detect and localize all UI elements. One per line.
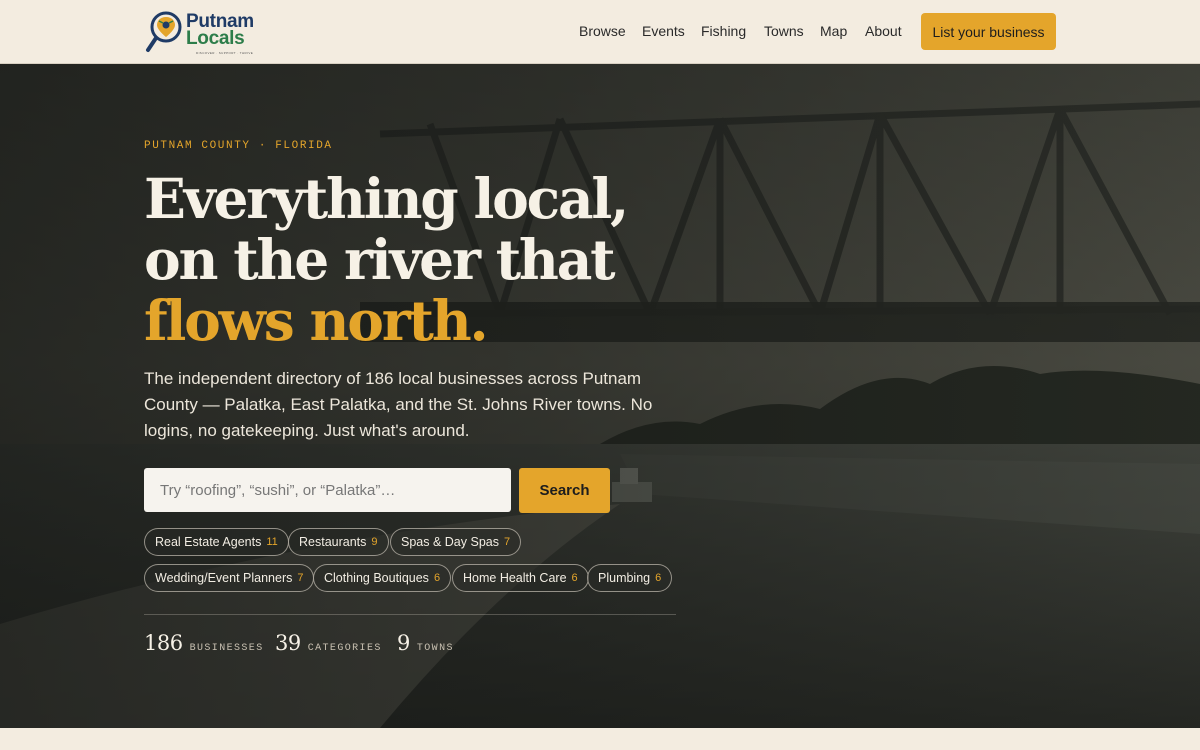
category-chip-spas[interactable]: Spas & Day Spas 7 [390, 528, 522, 556]
headline-line-2: on the river that [144, 227, 616, 292]
chip-count: 6 [571, 572, 578, 584]
stat-label: TOWNS [416, 643, 454, 654]
chip-count: 6 [655, 572, 662, 584]
category-chip-real-estate-agents[interactable]: Real Estate Agents 11 [144, 528, 289, 556]
hero-headline: Everything local, on the river that flow… [144, 166, 629, 353]
chip-label: Real Estate Agents [155, 535, 262, 549]
site-header: Putnam Locals DISCOVER · SUPPORT · THRIV… [0, 0, 1200, 64]
nav-browse[interactable]: Browse [579, 23, 626, 39]
chip-label: Clothing Boutiques [324, 571, 429, 585]
stat-number: 39 [275, 631, 301, 655]
site-logo[interactable]: Putnam Locals DISCOVER · SUPPORT · THRIV… [144, 9, 254, 55]
stat-label: BUSINESSES [189, 643, 264, 654]
chip-label: Wedding/Event Planners [155, 571, 293, 585]
list-your-business-button[interactable]: List your business [921, 13, 1056, 50]
logo-wordmark-line2: Locals [186, 28, 245, 49]
chip-count: 6 [433, 572, 441, 584]
magnifier-pin-icon [146, 11, 182, 52]
stat-number: 9 [397, 631, 410, 655]
page-below-hero [0, 728, 1200, 750]
category-chip-clothing-boutiques[interactable]: Clothing Boutiques 6 [313, 564, 452, 592]
chip-label: Restaurants [299, 535, 367, 549]
stats-divider [144, 614, 676, 615]
stat-label: CATEGORIES [307, 643, 382, 654]
hero-section: PUTNAM COUNTY · FLORIDA Everything local… [0, 64, 1200, 728]
chip-label: Plumbing [598, 571, 651, 585]
headline-line-1: Everything local, [144, 166, 629, 231]
nav-fishing[interactable]: Fishing [701, 23, 746, 39]
search-button[interactable]: Search [519, 468, 610, 513]
hero-eyebrow: PUTNAM COUNTY · FLORIDA [144, 140, 333, 152]
chip-label: Spas & Day Spas [401, 535, 499, 549]
nav-about[interactable]: About [865, 23, 902, 39]
chip-count: 7 [297, 572, 304, 584]
chip-count: 11 [266, 536, 278, 548]
chip-count: 9 [371, 536, 378, 548]
stat-categories: 39 CATEGORIES [275, 631, 382, 655]
category-chip-home-health-care[interactable]: Home Health Care 6 [452, 564, 589, 592]
search-input[interactable] [144, 468, 511, 512]
logo-tagline: DISCOVER · SUPPORT · THRIVE [196, 51, 254, 55]
nav-map[interactable]: Map [820, 23, 847, 39]
category-chip-restaurants[interactable]: Restaurants 9 [288, 528, 389, 556]
nav-events[interactable]: Events [642, 23, 685, 39]
headline-line-3: flows north. [144, 288, 489, 353]
category-chip-plumbing[interactable]: Plumbing 6 [587, 564, 673, 592]
hero-description: The independent directory of 186 local b… [144, 369, 653, 440]
category-chip-wedding-planners[interactable]: Wedding/Event Planners 7 [144, 564, 315, 592]
stat-number: 186 [144, 631, 183, 655]
nav-towns[interactable]: Towns [764, 23, 804, 39]
chip-label: Home Health Care [463, 571, 567, 585]
stat-businesses: 186 BUSINESSES [144, 631, 264, 655]
stat-towns: 9 TOWNS [397, 631, 454, 655]
chip-count: 7 [503, 536, 511, 548]
